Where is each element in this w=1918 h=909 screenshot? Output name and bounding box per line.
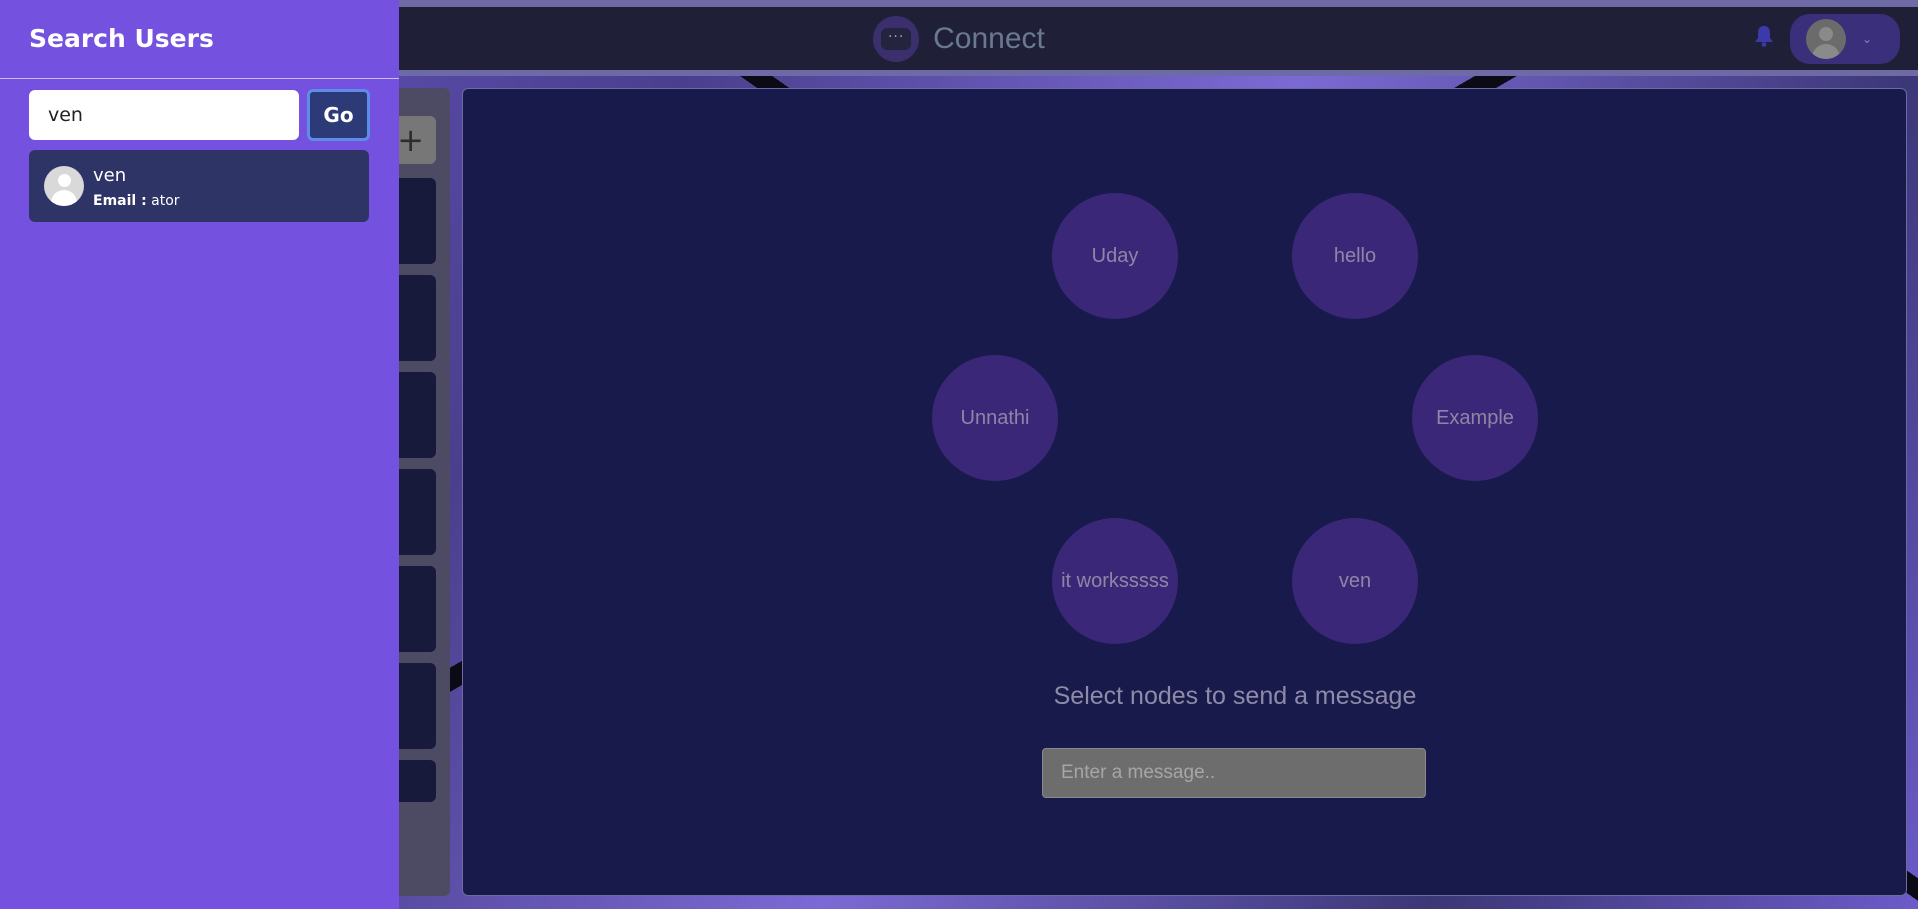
result-name: ven [93,165,127,186]
node-ven[interactable]: ven [1292,518,1418,644]
chevron-down-icon: ⌄ [1862,32,1873,46]
result-email: Email : ator [93,193,180,209]
email-label: Email : [93,193,147,209]
node-unnathi[interactable]: Unnathi [932,355,1058,481]
drawer-title: Search Users [29,24,214,53]
node-uday[interactable]: Uday [1052,193,1178,319]
profile-menu-button[interactable]: ⌄ [1790,14,1900,64]
bell-icon[interactable] [1754,25,1774,47]
search-input[interactable] [29,90,299,140]
avatar [44,166,84,206]
message-input[interactable] [1042,748,1426,798]
chat-bubble-icon: ··· [881,27,912,50]
avatar [1806,19,1846,59]
brand: ··· Connect [873,15,1045,62]
search-users-drawer: Search Users Go ven Email : ator [0,0,399,909]
search-result-item[interactable]: ven Email : ator [29,150,369,222]
node-example[interactable]: Example [1412,355,1538,481]
node-hello[interactable]: hello [1292,193,1418,319]
email-value: ator [151,193,180,209]
select-nodes-hint: Select nodes to send a message [1053,682,1417,710]
go-button[interactable]: Go [307,89,370,141]
divider [0,78,399,79]
node-it-worksssss[interactable]: it worksssss [1052,518,1178,644]
brand-title: Connect [933,21,1045,55]
chat-logo-icon: ··· [873,15,920,62]
